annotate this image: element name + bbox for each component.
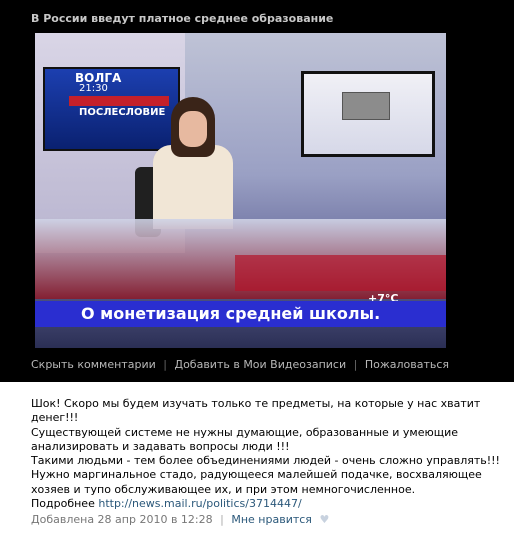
screen-stripe [69,96,169,106]
add-to-videos-link[interactable]: Добавить в Мои Видеозаписи [174,358,346,371]
video-frame[interactable]: ВОЛГА 21:30 ПОСЛЕСЛОВИЕ +7°C О монетизац… [35,33,446,348]
description-paragraph: Такими людьми - тем более объединениями … [31,454,500,468]
video-title: В России введут платное среднее образова… [31,12,334,25]
ticker-text: О монетизация средней школы. [81,304,381,323]
like-button[interactable]: Мне нравится [231,513,312,526]
screen-show-label: ПОСЛЕСЛОВИЕ [79,107,166,118]
source-link[interactable]: http://news.mail.ru/politics/3714447/ [98,497,301,510]
added-date: Добавлена 28 апр 2010 в 12:28 [31,513,213,526]
studio-desk-accent [235,255,446,291]
separator: | [163,358,167,371]
studio-screen-right [301,71,435,157]
studio-screen-left: ВОЛГА 21:30 ПОСЛЕСЛОВИЕ [43,67,180,151]
screen-right-image [342,92,390,120]
description-more: Подробнее http://news.mail.ru/politics/3… [31,497,501,511]
separator: | [220,513,224,526]
more-label: Подробнее [31,497,95,511]
separator: | [353,358,358,371]
description-paragraph: Шок! Скоро мы будем изучать только те пр… [31,397,481,425]
video-footer: Добавлена 28 апр 2010 в 12:28 | Мне нрав… [31,513,329,526]
screen-time-label: 21:30 [79,83,108,94]
news-anchor-face [179,111,207,147]
video-description: Шок! Скоро мы будем изучать только те пр… [31,397,501,511]
news-anchor-body [153,145,233,229]
heart-icon[interactable]: ♥ [319,513,329,526]
report-link[interactable]: Пожаловаться [365,358,449,371]
description-paragraph: Нужно маргинальное стадо, радующееся мал… [31,468,482,496]
video-controls: Скрыть комментарии | Добавить в Мои Виде… [31,358,449,371]
video-player[interactable]: В России введут платное среднее образова… [0,0,514,382]
news-ticker: О монетизация средней школы. [35,301,446,327]
hide-comments-link[interactable]: Скрыть комментарии [31,358,156,371]
description-paragraph: Существующей системе не нужны думающие, … [31,425,459,453]
